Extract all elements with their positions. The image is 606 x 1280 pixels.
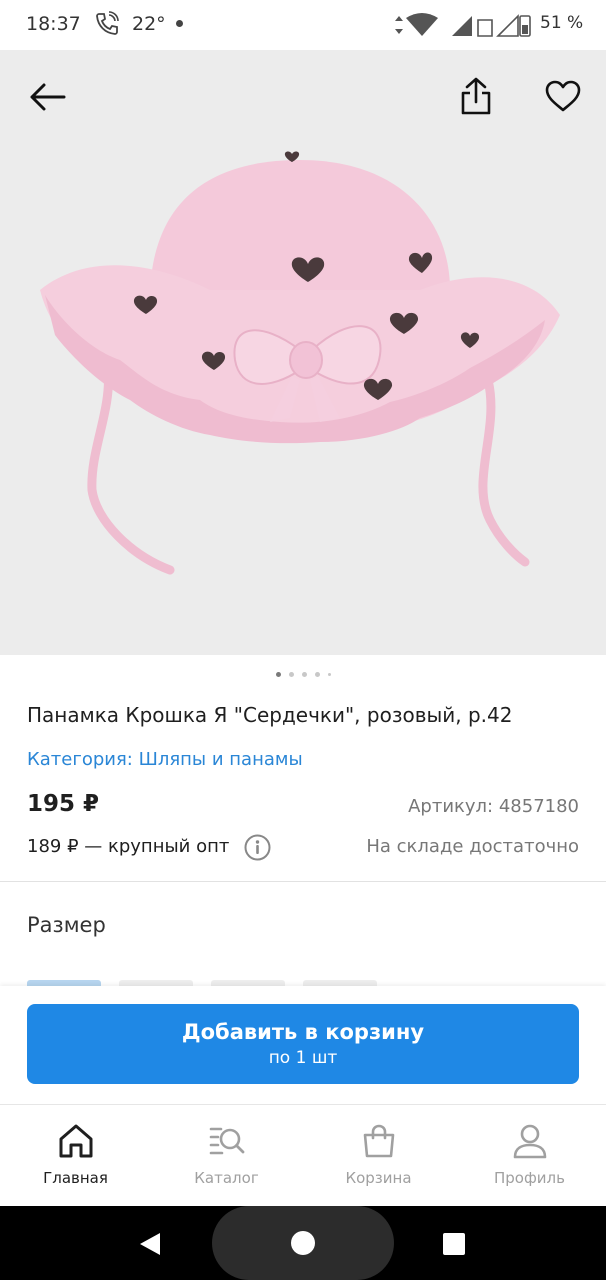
add-to-cart-label: Добавить в корзину (181, 1020, 425, 1044)
product-title: Панамка Крошка Я "Сердечки", розовый, р.… (27, 703, 513, 727)
add-to-cart-area: Добавить в корзину по 1 шт (0, 986, 606, 1104)
nav-label: Каталог (194, 1169, 259, 1187)
nav-catalog[interactable]: Каталог (151, 1105, 302, 1207)
bottom-navigation: Главная Каталог Корзина Профиль (0, 1104, 606, 1206)
stock-status: На складе достаточно (366, 836, 579, 857)
system-recents-icon[interactable] (443, 1233, 465, 1255)
pager-dot[interactable] (275, 672, 281, 677)
nav-cart[interactable]: Корзина (303, 1105, 454, 1207)
pager-dot[interactable] (327, 673, 331, 676)
back-arrow-icon (30, 83, 66, 111)
nav-label: Профиль (494, 1169, 565, 1187)
status-bar: 18:37 22° 51 % (0, 0, 606, 50)
call-icon (96, 11, 119, 35)
nav-profile[interactable]: Профиль (454, 1105, 605, 1207)
wholesale-price: 189 ₽ — крупный опт (27, 836, 230, 857)
info-icon[interactable] (244, 834, 271, 861)
home-icon (59, 1124, 92, 1158)
size-label: Размер (27, 913, 106, 937)
share-button[interactable] (454, 72, 498, 120)
pager-dot[interactable] (288, 672, 294, 677)
share-icon (461, 77, 491, 115)
profile-icon (513, 1124, 546, 1159)
product-image[interactable] (0, 50, 606, 655)
status-temperature: 22° (132, 13, 166, 35)
pager-dot[interactable] (301, 672, 307, 677)
signal-icons (395, 13, 531, 37)
product-sku: Артикул: 4857180 (408, 796, 579, 817)
back-button[interactable] (26, 76, 68, 118)
add-to-cart-button[interactable]: Добавить в корзину по 1 шт (27, 1004, 579, 1084)
favorite-button[interactable] (540, 74, 586, 118)
pager-dot[interactable] (314, 672, 320, 677)
system-navigation-bar (0, 1206, 606, 1280)
heart-icon (545, 80, 581, 112)
pink-hat-image (40, 151, 560, 575)
notification-dot-icon (176, 20, 183, 27)
nav-label: Главная (43, 1169, 108, 1187)
nav-home[interactable]: Главная (0, 1105, 151, 1207)
add-to-cart-quantity: по 1 шт (268, 1048, 338, 1068)
category-link[interactable]: Категория: Шляпы и панамы (27, 749, 303, 770)
status-time: 18:37 (26, 13, 81, 35)
nav-label: Корзина (345, 1169, 412, 1187)
image-pager (0, 672, 606, 680)
system-home-icon[interactable] (291, 1231, 315, 1255)
system-back-icon[interactable] (136, 1230, 164, 1258)
battery-percent: 51 % (540, 13, 584, 33)
product-price: 195 ₽ (27, 791, 100, 817)
divider (0, 881, 606, 882)
catalog-search-icon (209, 1127, 244, 1155)
shopping-bag-icon (363, 1124, 394, 1158)
